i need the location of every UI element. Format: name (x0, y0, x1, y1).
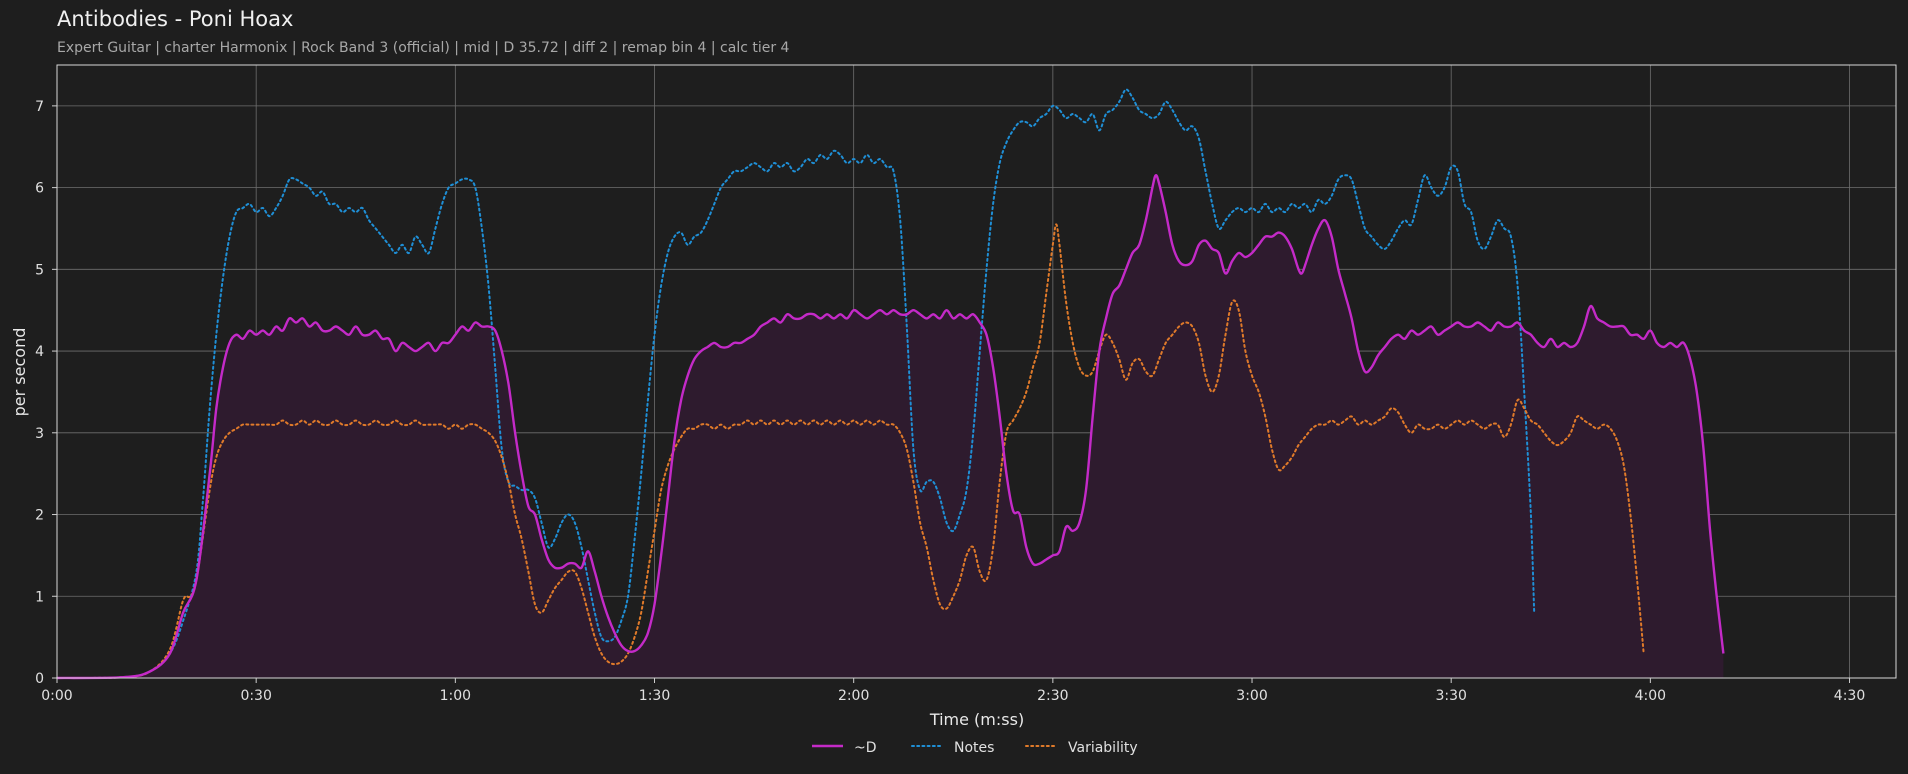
d-area-fill (57, 175, 1724, 678)
x-tick-label: 3:30 (1435, 688, 1466, 704)
x-tick-label: 1:30 (639, 688, 670, 704)
legend-label-d: ~D (854, 740, 877, 756)
y-tick-label: 6 (35, 181, 44, 197)
y-tick-label: 4 (35, 344, 44, 360)
x-tick-label: 4:30 (1834, 688, 1865, 704)
legend: ~D Notes Variability (812, 740, 1138, 756)
x-tick-label: 1:00 (440, 688, 471, 704)
y-tick-label: 0 (35, 671, 44, 687)
x-axis-label: Time (m:ss) (929, 710, 1024, 729)
y-tick-label: 5 (35, 262, 44, 278)
x-tick-label: 4:00 (1635, 688, 1666, 704)
y-axis-label: per second (10, 328, 29, 417)
d-area (57, 175, 1724, 678)
x-tick-label: 3:00 (1236, 688, 1267, 704)
legend-label-notes: Notes (954, 740, 994, 756)
y-tick-label: 7 (35, 99, 44, 115)
y-tick-label: 3 (35, 426, 44, 442)
y-tick-label: 2 (35, 508, 44, 524)
x-tick-label: 0:00 (41, 688, 72, 704)
y-tick-label: 1 (35, 589, 44, 605)
x-tick-label: 2:30 (1037, 688, 1068, 704)
x-tick-label: 0:30 (240, 688, 271, 704)
x-tick-label: 2:00 (838, 688, 869, 704)
legend-label-variability: Variability (1068, 740, 1138, 756)
line-chart: 0:00 0:30 1:00 1:30 2:00 2:30 3:00 3:30 4:00 4:30… (10, 64, 1897, 756)
